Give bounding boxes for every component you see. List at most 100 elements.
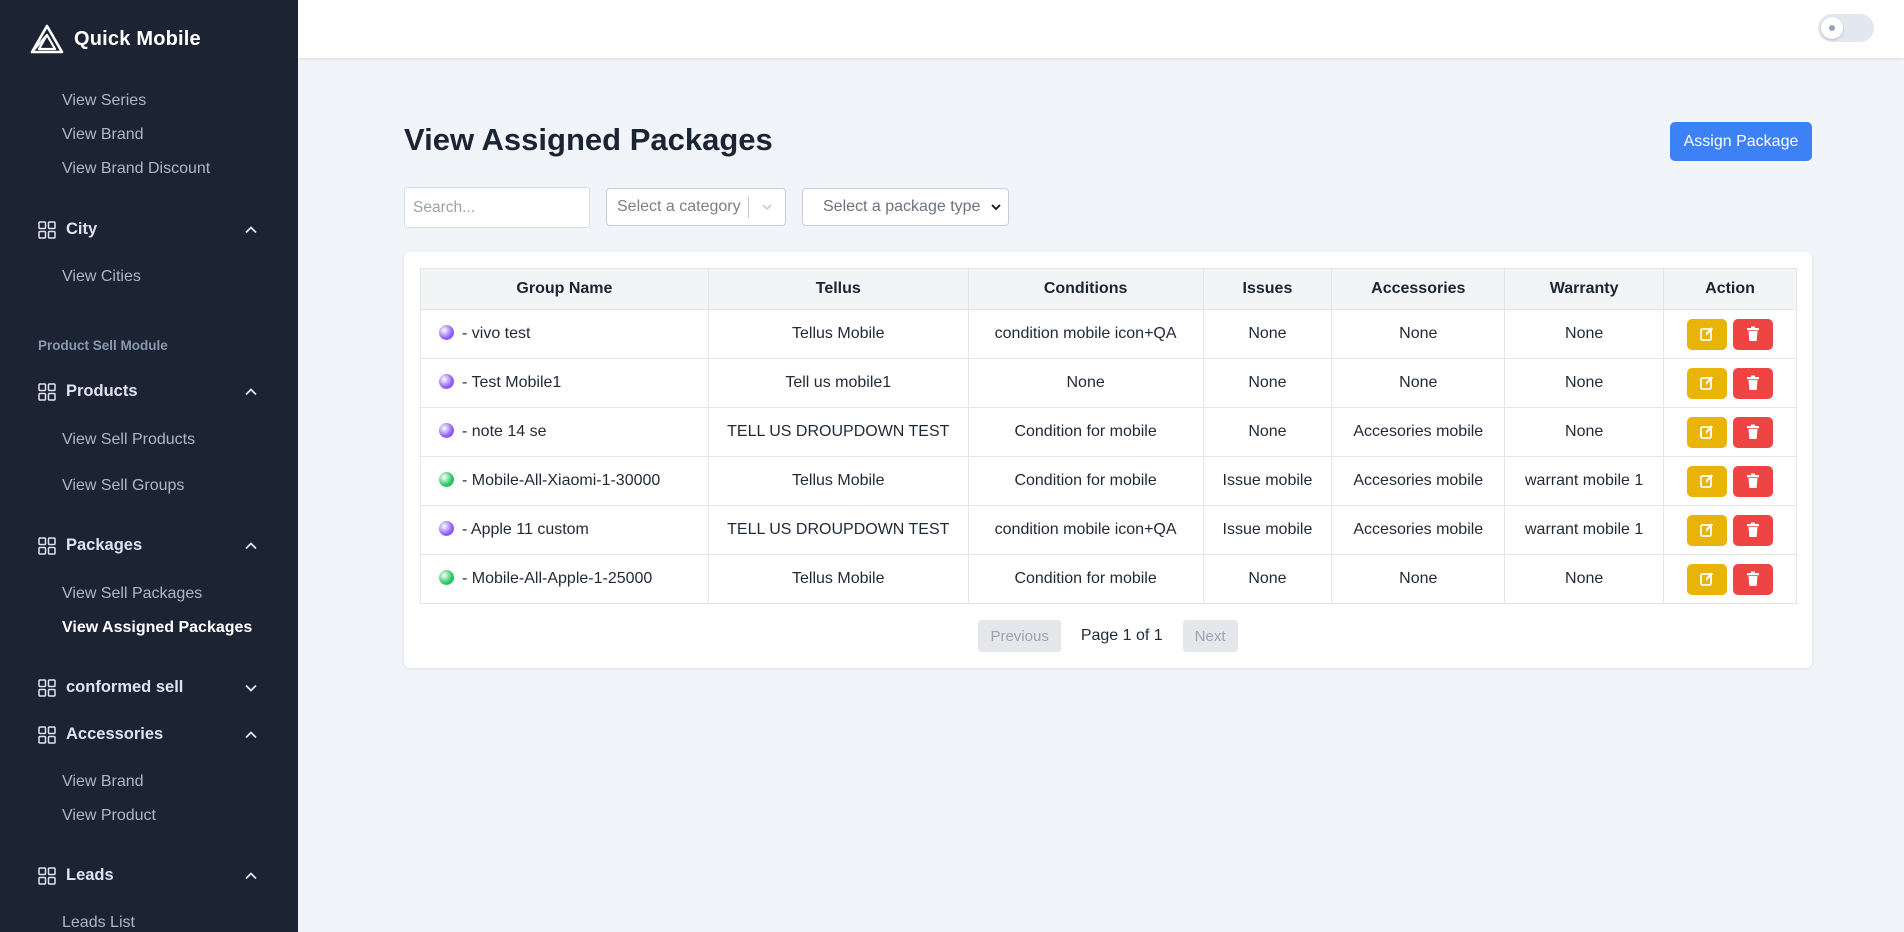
delete-button[interactable] <box>1733 367 1774 399</box>
edit-button[interactable] <box>1687 514 1728 546</box>
brand[interactable]: Quick Mobile <box>30 24 201 54</box>
sidebar-group-city[interactable]: City <box>38 220 258 239</box>
table-row: - note 14 se TELL US DROUPDOWN TEST Condit… <box>420 407 1797 457</box>
edit-icon <box>1700 572 1714 586</box>
sidebar-link-view-sell-groups[interactable]: View Sell Groups <box>62 477 184 495</box>
trash-icon <box>1747 375 1760 390</box>
sidebar-link-leads-list[interactable]: Leads List <box>62 914 135 932</box>
cell-warranty: None <box>1504 554 1665 604</box>
sidebar-link-accessories-view-product[interactable]: View Product <box>62 807 156 825</box>
cell-group-name: - Test Mobile1 <box>420 358 709 408</box>
delete-button[interactable] <box>1733 318 1774 350</box>
sidebar-group-leads[interactable]: Leads <box>38 866 258 885</box>
cell-accessories: None <box>1331 554 1506 604</box>
trash-icon <box>1747 424 1760 439</box>
cell-accessories: None <box>1331 309 1506 359</box>
delete-button[interactable] <box>1733 416 1774 448</box>
chevron-up-icon <box>245 871 257 879</box>
cell-accessories: Accesories mobile <box>1331 456 1506 506</box>
package-type-select[interactable]: Select a package type <box>802 188 1009 226</box>
logo-icon <box>30 24 64 54</box>
column-header-accessories[interactable]: Accessories <box>1331 268 1506 310</box>
column-header-action: Action <box>1663 268 1797 310</box>
sidebar-link-view-series[interactable]: View Series <box>62 92 146 110</box>
group-name-text: - Mobile-All-Xiaomi-1-30000 <box>462 472 661 489</box>
search-input[interactable] <box>404 187 590 228</box>
cell-tellus: TELL US DROUPDOWN TEST <box>707 505 969 555</box>
assign-package-button[interactable]: Assign Package <box>1670 122 1812 161</box>
cell-warranty: warrant mobile 1 <box>1504 505 1665 555</box>
pagination: Previous Page 1 of 1 Next <box>404 620 1812 652</box>
table-header-row: Group Name Tellus Conditions Issues Acce… <box>420 268 1797 310</box>
column-header-warranty[interactable]: Warranty <box>1504 268 1665 310</box>
cell-tellus: Tellus Mobile <box>707 456 969 506</box>
group-name-text: - Test Mobile1 <box>462 374 562 391</box>
cell-warranty: None <box>1504 309 1665 359</box>
edit-button[interactable] <box>1687 318 1728 350</box>
cell-issues: None <box>1202 358 1333 408</box>
delete-button[interactable] <box>1733 465 1774 497</box>
cell-group-name: - vivo test <box>420 309 709 359</box>
column-header-tellus[interactable]: Tellus <box>707 268 969 310</box>
sidebar-group-label: Packages <box>66 536 143 554</box>
page-indicator: Page 1 of 1 <box>1080 627 1163 644</box>
next-page-button[interactable]: Next <box>1182 620 1238 652</box>
sidebar-group-conformed-sell[interactable]: conformed sell <box>38 678 258 697</box>
cell-tellus: Tellus Mobile <box>707 309 969 359</box>
grid-icon <box>38 536 56 555</box>
delete-button[interactable] <box>1733 514 1774 546</box>
sidebar-link-view-brand[interactable]: View Brand <box>62 126 144 144</box>
previous-page-button[interactable]: Previous <box>978 620 1061 652</box>
status-dot-icon <box>439 374 454 389</box>
column-header-group-name[interactable]: Group Name <box>420 268 709 310</box>
edit-button[interactable] <box>1687 465 1728 497</box>
sidebar-link-accessories-view-brand[interactable]: View Brand <box>62 773 144 791</box>
sidebar-section-title: Product Sell Module <box>38 338 168 353</box>
sidebar-group-packages[interactable]: Packages <box>38 536 258 555</box>
cell-accessories: Accesories mobile <box>1331 407 1506 457</box>
sidebar-group-label: conformed sell <box>66 678 184 696</box>
cell-action <box>1663 554 1797 604</box>
toggle-knob <box>1821 17 1843 39</box>
dark-mode-toggle[interactable] <box>1818 14 1874 42</box>
cell-group-name: - Mobile-All-Xiaomi-1-30000 <box>420 456 709 506</box>
trash-icon <box>1747 522 1760 537</box>
table-row: - Mobile-All-Apple-1-25000 Tellus Mobile C… <box>420 554 1797 604</box>
sidebar-group-label: Accessories <box>66 725 164 743</box>
cell-accessories: Accesories mobile <box>1331 505 1506 555</box>
column-header-conditions[interactable]: Conditions <box>967 268 1204 310</box>
sidebar-link-view-sell-packages[interactable]: View Sell Packages <box>62 585 202 603</box>
package-type-placeholder: Select a package type <box>823 198 981 215</box>
cell-conditions: Condition for mobile <box>967 456 1204 506</box>
cell-issues: None <box>1202 407 1333 457</box>
cell-issues: Issue mobile <box>1202 505 1333 555</box>
sidebar-link-view-brand-discount[interactable]: View Brand Discount <box>62 160 210 178</box>
top-header <box>298 0 1904 58</box>
edit-button[interactable] <box>1687 563 1728 595</box>
category-select[interactable]: Select a category <box>606 188 786 226</box>
table-row: - Apple 11 custom TELL US DROUPDOWN TEST c… <box>420 505 1797 555</box>
sidebar-link-view-sell-products[interactable]: View Sell Products <box>62 431 195 449</box>
group-name-text: - note 14 se <box>462 423 547 440</box>
category-placeholder: Select a category <box>617 198 741 215</box>
edit-button[interactable] <box>1687 367 1728 399</box>
sidebar-group-accessories[interactable]: Accessories <box>38 725 258 744</box>
assigned-packages-table: Group Name Tellus Conditions Issues Acce… <box>420 268 1797 604</box>
edit-button[interactable] <box>1687 416 1728 448</box>
trash-icon <box>1747 473 1760 488</box>
table-row: - Mobile-All-Xiaomi-1-30000 Tellus Mobile… <box>420 456 1797 506</box>
cell-conditions: Condition for mobile <box>967 554 1204 604</box>
sidebar-link-view-cities[interactable]: View Cities <box>62 268 141 286</box>
cell-issues: None <box>1202 554 1333 604</box>
packages-card: Group Name Tellus Conditions Issues Acce… <box>404 252 1812 668</box>
status-dot-icon <box>439 423 454 438</box>
grid-icon <box>38 382 56 401</box>
cell-tellus: Tell us mobile1 <box>707 358 969 408</box>
cell-warranty: warrant mobile 1 <box>1504 456 1665 506</box>
sidebar: Quick Mobile View Series View Brand View… <box>0 0 298 932</box>
edit-icon <box>1700 376 1714 390</box>
column-header-issues[interactable]: Issues <box>1202 268 1333 310</box>
sidebar-group-products[interactable]: Products <box>38 382 258 401</box>
sidebar-link-view-assigned-packages[interactable]: View Assigned Packages <box>62 619 252 637</box>
delete-button[interactable] <box>1733 563 1774 595</box>
